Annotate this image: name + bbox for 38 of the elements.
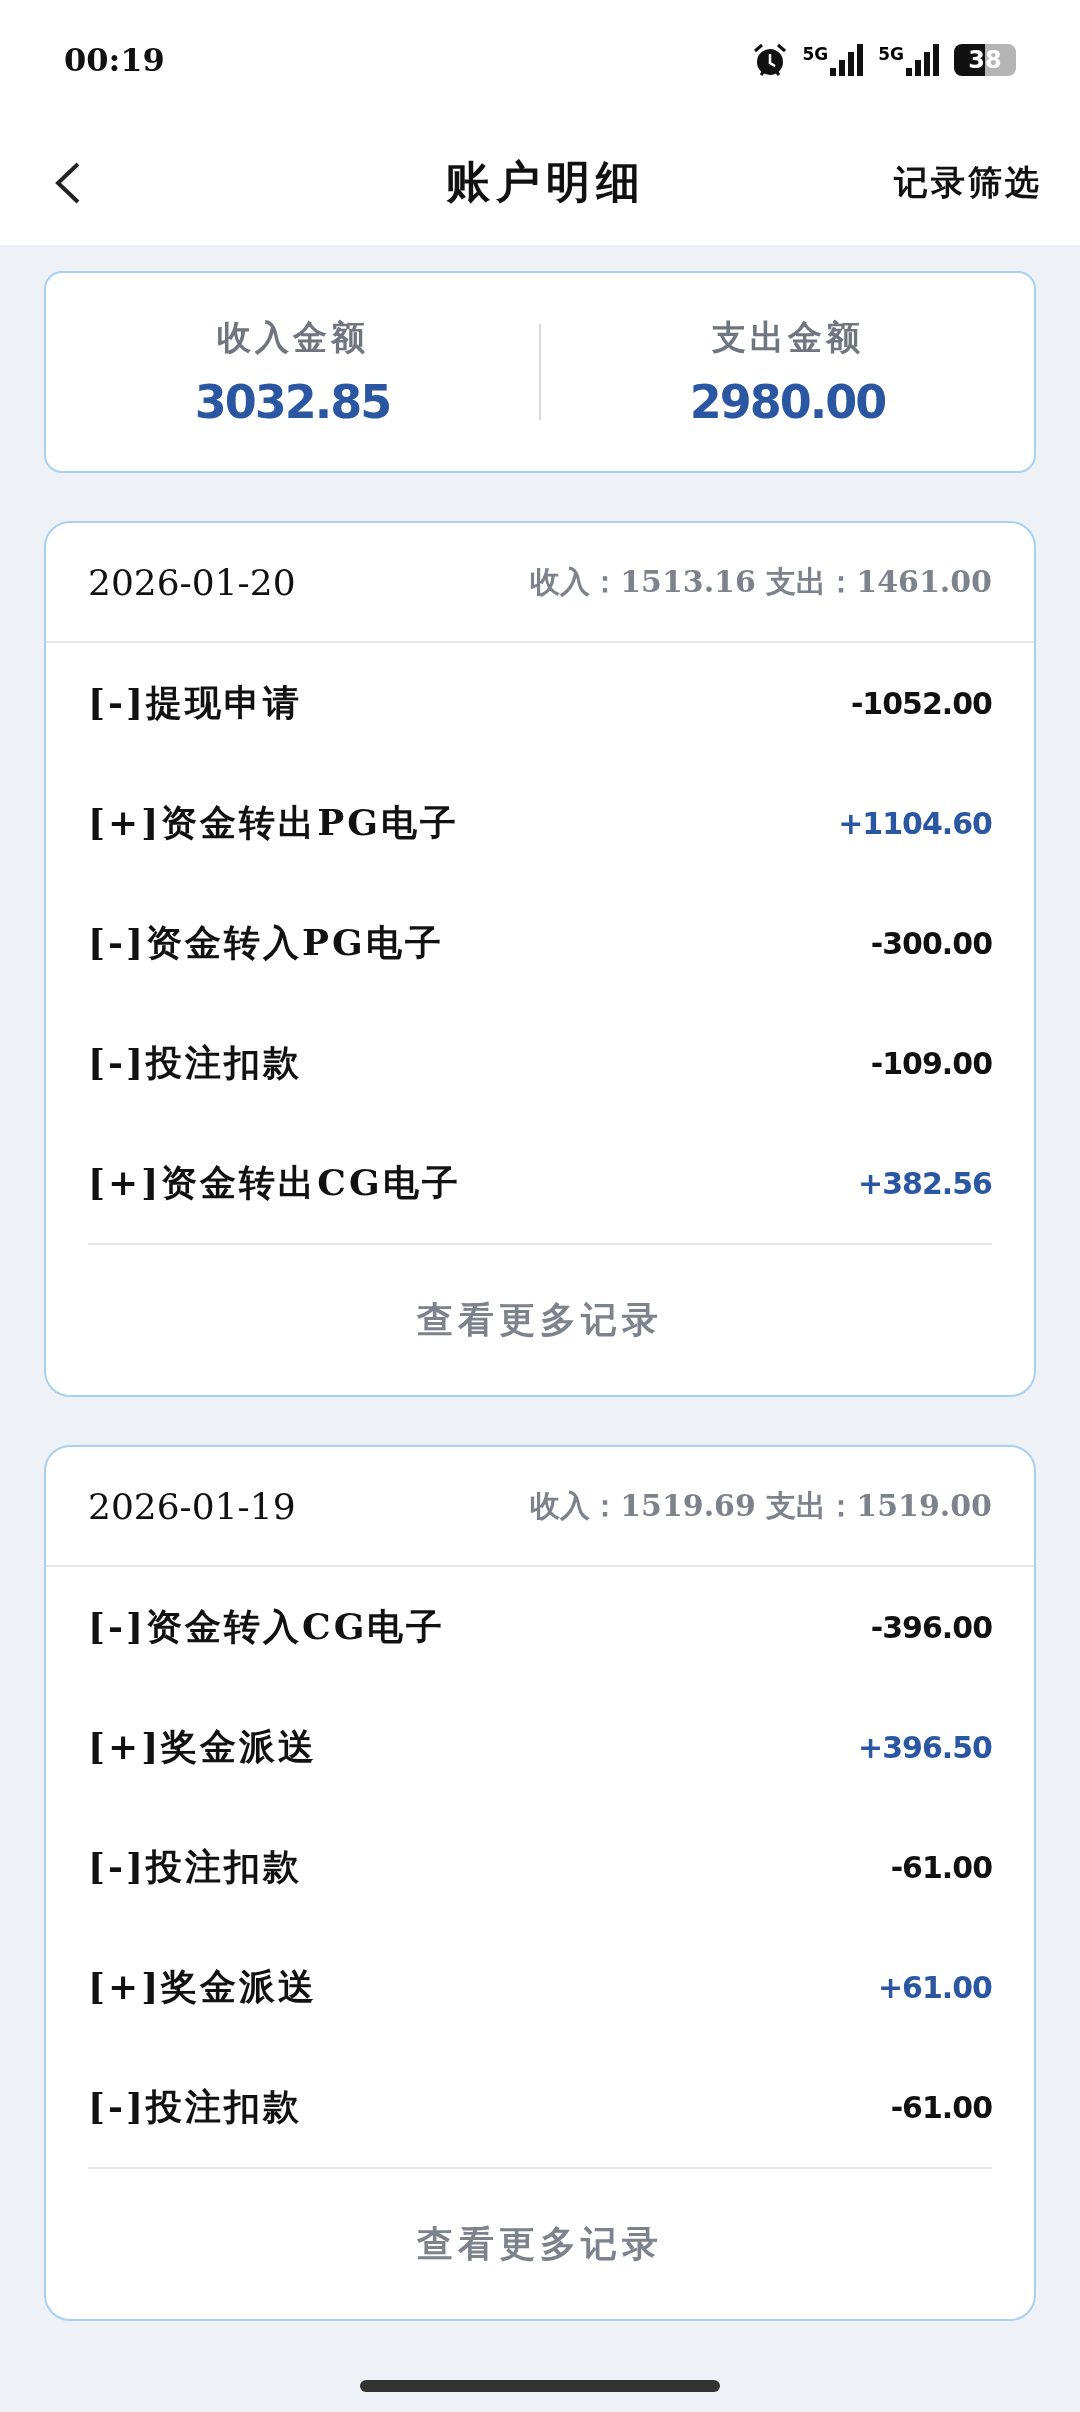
record-title: [+]资金转出CG电子	[88, 1159, 461, 1205]
network-type: 5G	[878, 44, 904, 64]
record-title: [-]资金转入PG电子	[88, 919, 444, 965]
date-label: 2026-01-19	[88, 1485, 296, 1527]
record-amount: +61.00	[877, 1969, 992, 2005]
day-totals: 收入：1513.16 支出：1461.00	[530, 562, 992, 601]
record-title: [-]提现申请	[88, 679, 302, 725]
record-amount: -396.00	[870, 1609, 992, 1645]
record-title: [-]投注扣款	[88, 1843, 302, 1889]
date-label: 2026-01-20	[88, 561, 296, 603]
record-amount: -61.00	[890, 2089, 992, 2125]
record-title: [+]奖金派送	[88, 1723, 318, 1769]
summary-value: 2980.00	[689, 375, 886, 429]
network-type: 5G	[802, 44, 829, 64]
summary-label: 收入金额	[216, 316, 369, 359]
more-records-button[interactable]: 查看更多记录	[411, 2218, 669, 2270]
summary-value: 3032.85	[194, 375, 391, 429]
record-amount: -300.00	[870, 925, 992, 961]
record-amount: +382.56	[858, 1165, 992, 1201]
signal-icon	[830, 44, 865, 76]
record-title: [-]投注扣款	[88, 2083, 302, 2129]
more-records-button[interactable]: 查看更多记录	[411, 1294, 669, 1346]
signal-icon	[906, 44, 940, 76]
day-totals: 收入：1519.69 支出：1519.00	[530, 1486, 992, 1525]
record-amount: -109.00	[870, 1045, 992, 1081]
record-title: [-]投注扣款	[88, 1039, 302, 1085]
record-amount: +396.50	[858, 1729, 992, 1765]
status-time: 00:19	[64, 41, 165, 79]
alarm-clock-icon	[752, 42, 789, 78]
record-title: [+]奖金派送	[88, 1963, 318, 2009]
page-title: 账户明细	[446, 155, 646, 209]
record-amount: -61.00	[890, 1849, 992, 1885]
record-amount: +1104.60	[838, 805, 992, 841]
record-title: [+]资金转出PG电子	[88, 799, 460, 845]
record-amount: -1052.00	[850, 685, 992, 721]
record-title: [-]资金转入CG电子	[88, 1603, 446, 1649]
filter-button[interactable]: 记录筛选	[894, 159, 1042, 206]
summary-label: 支出金额	[711, 316, 864, 359]
